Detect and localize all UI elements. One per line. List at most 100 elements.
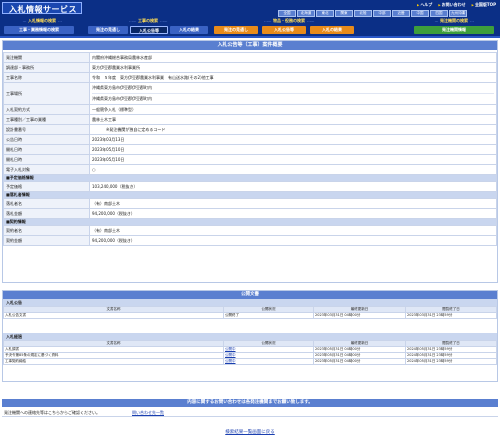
field-label: 開札日時 <box>3 154 90 165</box>
field-value: 103,240,000（税抜き） <box>89 181 497 192</box>
section-row: ■落札者情報 <box>3 191 497 199</box>
case-summary-table: 発注機関 内閣府沖縄総合事務局農林水産部 調達部・事務所 東方伊豆郡農業水利事業… <box>3 52 497 246</box>
field-label: 落札金額 <box>3 208 90 219</box>
region-tab-hokkaido[interactable]: 北海道 <box>297 10 315 17</box>
document-end-date: 2024年05月31日 23時59分 <box>405 358 497 365</box>
table-row: 入札公告文書 公開終了 2023年03月31日 04時00分 2023年03月3… <box>3 312 497 319</box>
field-value: 令和 ５年度 東方伊豆郡農業水利事業 有山送水路(その2)他工事 <box>89 72 497 83</box>
winner-section-title: ■落札者情報 <box>3 191 497 199</box>
field-label: 工事名称 <box>3 72 90 83</box>
region-tab-kanto[interactable]: 関東 <box>335 10 353 17</box>
utility-links: ヘルプ お問い合わせ 全国版TOP <box>417 2 496 8</box>
tab-work-search[interactable]: 工事・業務情報の検索 <box>4 26 74 34</box>
table-row: 工事名称 令和 ５年度 東方伊豆郡農業水利事業 有山送水路(その2)他工事 <box>3 72 497 83</box>
help-link[interactable]: ヘルプ <box>417 2 432 8</box>
document-status-link[interactable]: 公開中 <box>223 358 314 365</box>
table-row: 工事契約締結 公開中 2023年05月31日 04時00分 2024年05月31… <box>3 358 497 365</box>
contract-section-title: ■契約情報 <box>3 218 497 226</box>
field-value: 農林土木工事 <box>89 114 497 125</box>
main-nav-tabs: 工事・業務情報の検索 発注の見通し 入札公告等 入札の結果 発注の見通し 入札公… <box>0 26 500 35</box>
table-row: 発注機関 内閣府沖縄総合事務局農林水産部 <box>3 52 497 63</box>
region-tab-kinki[interactable]: 近畿 <box>392 10 410 17</box>
field-label: 契約金額 <box>3 235 90 246</box>
field-label: 公告日時 <box>3 134 90 145</box>
tab-orderer-info[interactable]: 発注機関情報 <box>414 26 494 34</box>
document-name: 工事契約締結 <box>3 358 224 365</box>
table-row: 開札日時 2023年05月10日 <box>3 144 497 155</box>
tab-construction-outlook[interactable]: 発注の見通し <box>88 26 128 34</box>
field-value: 一般競争入札（標準型） <box>89 104 497 115</box>
table-row: 予定価格 103,240,000（税抜き） <box>3 181 497 192</box>
field-label: 契約者名 <box>3 225 90 236</box>
field-label: 発注機関 <box>3 52 90 63</box>
table-row: 工事場所 沖縄県東方島市伊豆郡伊豆郡町内 沖縄県東方島市伊豆郡伊豆郡町内 <box>3 82 497 105</box>
table-row: 調達部・事務所 東方伊豆郡農業水利事業所 <box>3 62 497 73</box>
field-value: ※発注機関が独自に定めるコード <box>89 124 497 135</box>
public-documents-panel: 公開文書 入札公告 文書名称 公開状況 最終更新日 閲覧終了日 入札公告文書 公… <box>2 290 498 382</box>
back-link-container: 検索結果一覧画面に戻る <box>0 429 500 435</box>
tab-construction-results[interactable]: 入札の結果 <box>170 26 208 34</box>
region-tab-national[interactable]: 全国 <box>278 10 296 17</box>
field-label: 工事種別／工事の業種 <box>3 114 90 125</box>
field-value-multi: 沖縄県東方島市伊豆郡伊豆郡町内 沖縄県東方島市伊豆郡伊豆郡町内 <box>89 82 497 105</box>
national-top-link[interactable]: 全国版TOP <box>472 2 496 8</box>
contact-list-link[interactable]: 問い合わせ先一覧 <box>132 409 164 417</box>
work-location-line-1: 沖縄県東方島市伊豆郡伊豆郡町内 <box>92 85 152 90</box>
estimate-section-title: ■予定価格情報 <box>3 174 497 182</box>
region-selector: 全国 北海道 東北 関東 北陸 中部 近畿 中国 四国 九州沖縄 <box>278 10 467 17</box>
contact-row: 発注機関への連絡先等はこちらからご確認ください。 問い合わせ先一覧 <box>2 409 498 417</box>
field-label: 工事場所 <box>3 82 90 105</box>
region-tab-tohoku[interactable]: 東北 <box>316 10 334 17</box>
category-construction: …… 工事の検索…… <box>129 18 168 23</box>
table-row: 公告日時 2023年03月13日 <box>3 134 497 145</box>
region-tab-chugoku[interactable]: 中国 <box>411 10 429 17</box>
table-row: 工事種別／工事の業種 農林土木工事 <box>3 114 497 125</box>
announcement-docs-table: 文書名称 公開状況 最終更新日 閲覧終了日 入札公告文書 公開終了 2023年0… <box>3 306 497 319</box>
field-label: 設計書番号 <box>3 124 90 135</box>
tab-goods-announcement[interactable]: 入札公告等 <box>262 26 306 34</box>
table-row: 契約者名 （有）南部土木 <box>3 225 497 236</box>
contact-link[interactable]: お問い合わせ <box>438 2 466 8</box>
category-bid-info: … 入札情報の検索… <box>22 18 62 23</box>
site-logo[interactable]: 入札情報サービス <box>2 2 82 14</box>
field-value: 2023年05月10日 <box>89 154 497 165</box>
field-label: 開札日時 <box>3 144 90 155</box>
region-tab-kyushu[interactable]: 九州沖縄 <box>449 10 467 17</box>
work-location-line-2: 沖縄県東方島市伊豆郡伊豆郡町内 <box>92 93 494 102</box>
document-name: 入札公告文書 <box>3 312 224 319</box>
table-row: 入札契約方式 一般競争入札（標準型） <box>3 104 497 115</box>
document-end-date: 2023年03月31日 23時59分 <box>405 312 497 319</box>
result-docs-table: 文書名称 公開状況 最終更新日 閲覧終了日 入札調書 公開中 2023年05月3… <box>3 340 497 365</box>
field-value: 94,200,000（税抜き） <box>89 208 497 219</box>
table-row: 落札者名 （有）南部土木 <box>3 198 497 209</box>
field-value: （有）南部土木 <box>89 198 497 209</box>
field-value: 94,200,000（税抜き） <box>89 235 497 246</box>
table-row: 電子入札対象 ○ <box>3 164 497 175</box>
document-status: 公開終了 <box>223 312 314 319</box>
site-logo-text: 入札情報サービス <box>9 5 77 14</box>
field-label: 電子入札対象 <box>3 164 90 175</box>
site-header: 入札情報サービス ヘルプ お問い合わせ 全国版TOP 全国 北海道 東北 関東 … <box>0 0 500 38</box>
region-tab-chubu[interactable]: 中部 <box>373 10 391 17</box>
field-label: 調達部・事務所 <box>3 62 90 73</box>
case-summary-panel: 入札公告等（工事）案件概要 発注機関 内閣府沖縄総合事務局農林水産部 調達部・事… <box>2 40 498 283</box>
contact-text: 発注機関への連絡先等はこちらからご確認ください。 <box>4 410 100 415</box>
field-label: 入札契約方式 <box>3 104 90 115</box>
back-to-results-link[interactable]: 検索結果一覧画面に戻る <box>225 430 275 435</box>
tab-goods-results[interactable]: 入札の結果 <box>310 26 354 34</box>
field-value: 東方伊豆郡農業水利事業所 <box>89 62 497 73</box>
result-docs-section: 入札経過 <box>3 333 497 340</box>
tab-goods-outlook[interactable]: 発注の見通し <box>214 26 258 34</box>
case-summary-title: 入札公告等（工事）案件概要 <box>3 41 497 50</box>
category-orderer: … 発注機関の検索… <box>434 18 474 23</box>
field-value: （有）南部土木 <box>89 225 497 236</box>
region-tab-shikoku[interactable]: 四国 <box>430 10 448 17</box>
region-tab-hokuriku[interactable]: 北陸 <box>354 10 372 17</box>
field-value: 2023年03月13日 <box>89 134 497 145</box>
tab-construction-announcement[interactable]: 入札公告等 <box>130 26 168 34</box>
table-row: 契約金額 94,200,000（税抜き） <box>3 235 497 246</box>
document-updated: 2023年05月31日 04時00分 <box>313 358 406 365</box>
field-value: 2023年05月10日 <box>89 144 497 155</box>
field-label: 予定価格 <box>3 181 90 192</box>
